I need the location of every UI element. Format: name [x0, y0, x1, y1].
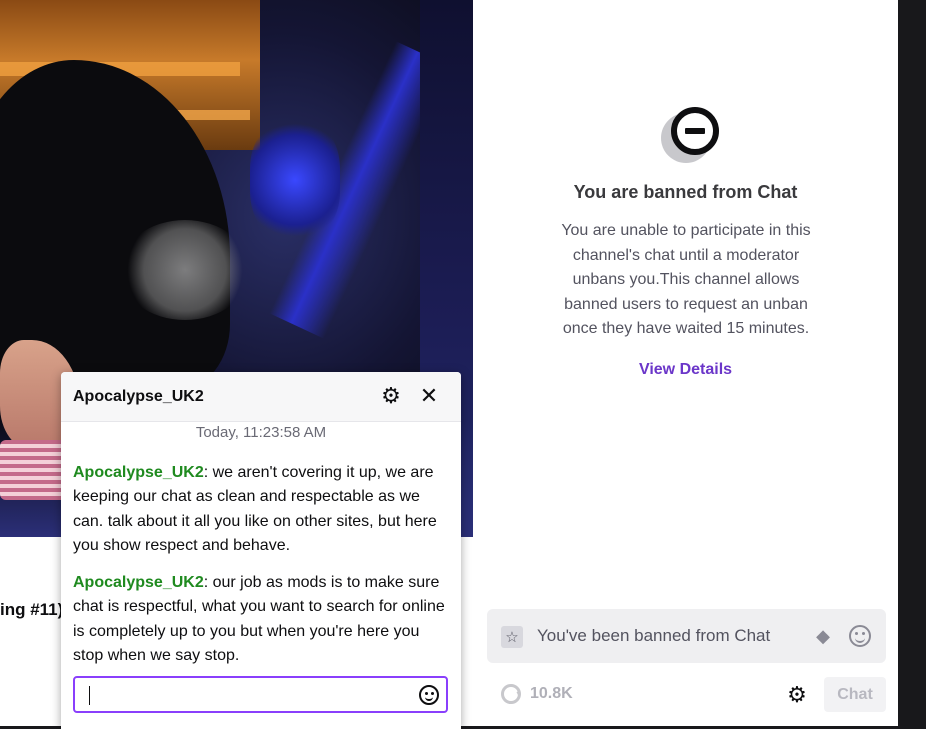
video-logo — [120, 220, 250, 320]
reply-input[interactable] — [73, 676, 448, 713]
message-timestamp: Today, 11:23:58 AM — [195, 424, 327, 441]
viewer-card: Apocalypse_UK2 ⚙ ✕ Today, 11:23:58 AM Ap… — [61, 372, 461, 729]
star-icon[interactable]: ☆ — [501, 626, 523, 648]
channel-points-icon[interactable] — [501, 684, 521, 704]
page-edge — [898, 0, 926, 729]
emote-icon[interactable] — [419, 685, 439, 705]
chat-input-placeholder: You've been banned from Chat — [537, 626, 771, 645]
gear-icon[interactable]: ⚙ — [379, 384, 403, 408]
chat-send-button[interactable]: Chat — [824, 677, 886, 712]
view-details-link[interactable]: View Details — [473, 361, 898, 379]
emote-icon[interactable] — [849, 625, 871, 647]
chat-panel: You are banned from Chat You are unable … — [473, 0, 898, 729]
ban-description: You are unable to participate in this ch… — [561, 222, 811, 337]
ban-icon-bar — [685, 128, 705, 134]
page: ing #11) You are banned from Chat You ar… — [0, 0, 926, 729]
text-caret — [89, 686, 90, 705]
viewer-card-username[interactable]: Apocalypse_UK2 — [73, 388, 204, 406]
chat-input[interactable]: ☆ You've been banned from Chat ◆ — [487, 609, 886, 663]
chat-settings-gear-icon[interactable]: ⚙ — [785, 683, 809, 707]
bits-icon[interactable]: ◆ — [813, 626, 833, 646]
channel-points-value[interactable]: 10.8K — [530, 685, 573, 703]
chat-message: Apocalypse_UK2: our job as mods is to ma… — [73, 571, 453, 668]
ban-icon-ring — [671, 107, 719, 155]
ban-circle-icon — [661, 105, 723, 167]
viewer-card-header: Apocalypse_UK2 ⚙ ✕ — [61, 372, 461, 422]
ban-title: You are banned from Chat — [573, 182, 798, 202]
stream-title: ing #11) — [0, 600, 64, 619]
message-author[interactable]: Apocalypse_UK2 — [73, 464, 204, 481]
video-light — [250, 120, 340, 240]
chat-message: Apocalypse_UK2: we aren't covering it up… — [73, 461, 453, 558]
message-author[interactable]: Apocalypse_UK2 — [73, 574, 204, 591]
close-icon[interactable]: ✕ — [417, 384, 441, 408]
video-chips — [0, 440, 70, 500]
